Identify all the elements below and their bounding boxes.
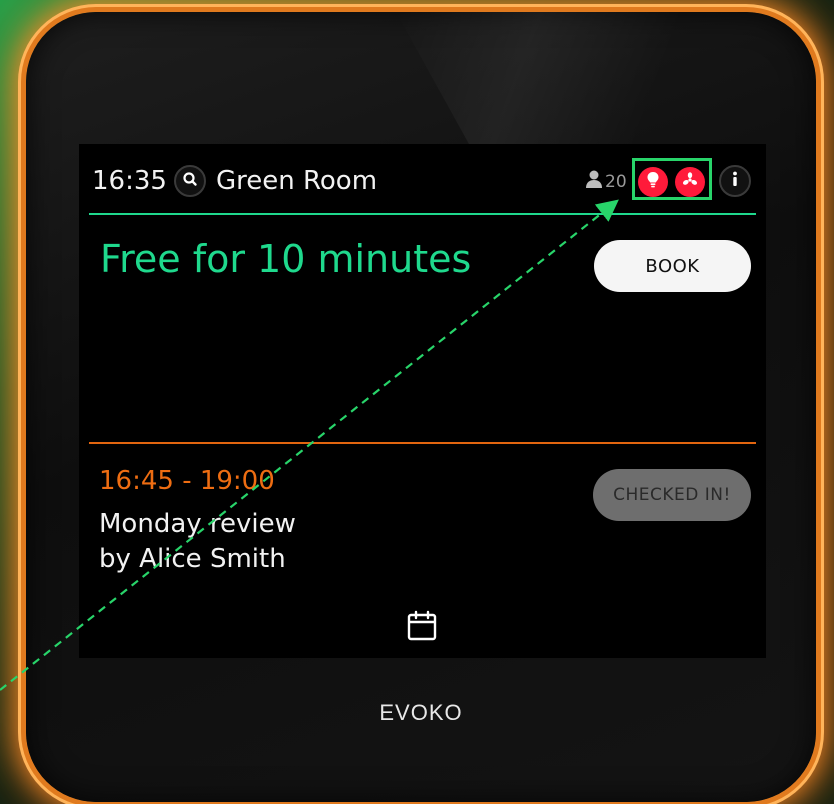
book-button[interactable]: BOOK <box>594 240 751 292</box>
info-button[interactable] <box>719 165 751 197</box>
calendar-button[interactable] <box>404 610 440 646</box>
person-icon <box>585 169 603 194</box>
room-search-button[interactable] <box>174 165 206 197</box>
capacity-count: 20 <box>605 171 627 192</box>
lightbulb-icon <box>645 171 661 193</box>
meeting-title: Monday review <box>99 509 296 539</box>
fan-icon <box>681 171 699 193</box>
lighting-alert-button[interactable] <box>638 167 668 197</box>
info-icon <box>731 171 739 191</box>
room-booking-device: 16:35 Green Room 20 Free for 10 minutes … <box>26 12 826 802</box>
room-capacity: 20 <box>585 169 627 194</box>
room-name: Green Room <box>216 166 378 196</box>
top-divider <box>89 213 756 215</box>
meeting-divider <box>89 442 756 444</box>
clock-time: 16:35 <box>92 166 167 196</box>
climate-alert-button[interactable] <box>675 167 705 197</box>
checked-in-button[interactable]: CHECKED IN! <box>593 469 751 521</box>
search-icon <box>182 171 198 191</box>
brand-logo: EVOKO <box>379 700 463 725</box>
top-bar: 16:35 Green Room 20 <box>79 144 766 216</box>
availability-status: Free for 10 minutes <box>100 237 472 281</box>
device-alerts-highlight <box>632 158 712 200</box>
meeting-organizer: by Alice Smith <box>99 544 286 574</box>
calendar-icon <box>406 610 438 646</box>
meeting-time: 16:45 - 19:00 <box>99 466 275 496</box>
device-screen: 16:35 Green Room 20 Free for 10 minutes … <box>79 144 766 658</box>
screen-glare <box>396 12 826 152</box>
